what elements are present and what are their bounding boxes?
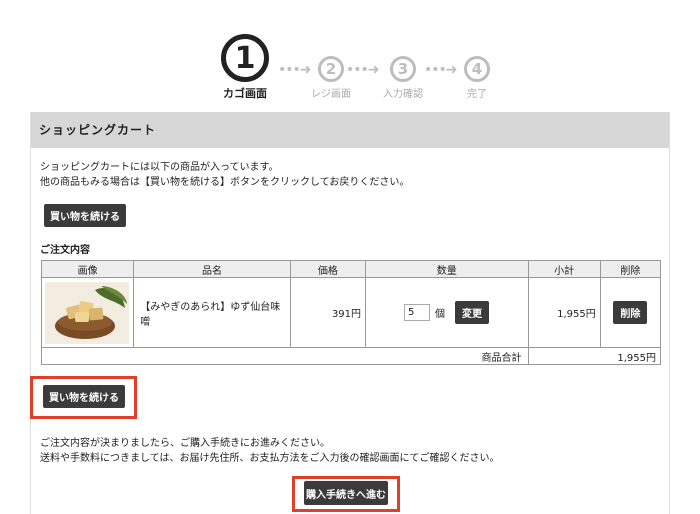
quantity-input[interactable]: 5 bbox=[404, 304, 431, 321]
product-price: 391円 bbox=[289, 277, 367, 348]
column-header: 画像 bbox=[40, 260, 135, 278]
step-complete: 4 完了 bbox=[450, 56, 504, 100]
product-subtotal: 1,955円 bbox=[527, 277, 601, 348]
step-number: 3 bbox=[390, 56, 416, 82]
column-header: 品名 bbox=[133, 260, 291, 278]
total-value: 1,955円 bbox=[527, 347, 662, 365]
cart-table: 画像 品名 価格 数量 小計 削除 【みやぎのあられ】ゆず仙台味噌 391円 5… bbox=[40, 260, 662, 365]
delete-item-button[interactable]: 削除 bbox=[613, 301, 648, 324]
step-number: 1 bbox=[221, 34, 269, 82]
notice-line: 送料や手数料につきましては、お届け先住所、お支払方法をご入力後の確認画面にてご確… bbox=[40, 453, 500, 464]
step-confirm: 3 入力確認 bbox=[376, 56, 430, 100]
table-row: 【みやぎのあられ】ゆず仙台味噌 391円 5 個 変更 1,955円 削除 bbox=[40, 277, 662, 348]
intro-line: 他の商品もみる場合は【買い物を続ける】ボタンをクリックしてお戻りください。 bbox=[40, 177, 410, 188]
column-header: 削除 bbox=[599, 260, 662, 278]
step-number: 2 bbox=[318, 56, 344, 82]
total-row: 商品合計 1,955円 bbox=[41, 347, 662, 365]
step-label: カゴ画面 bbox=[223, 87, 267, 100]
step-number: 4 bbox=[464, 56, 490, 82]
table-header-row: 画像 品名 価格 数量 小計 削除 bbox=[40, 260, 662, 278]
step-label: 入力確認 bbox=[383, 89, 423, 100]
continue-shopping-button[interactable]: 買い物を続ける bbox=[44, 204, 126, 227]
cart-panel: ショッピングカート ショッピングカートには以下の商品が入っています。 他の商品も… bbox=[30, 112, 670, 514]
cart-intro: ショッピングカートには以下の商品が入っています。 他の商品もみる場合は【買い物を… bbox=[40, 160, 409, 190]
column-header: 数量 bbox=[365, 260, 529, 278]
notice-line: ご注文内容が決まりましたら、ご購入手続きにお進みください。 bbox=[40, 438, 330, 449]
checkout-notice: ご注文内容が決まりましたら、ご購入手続きにお進みください。 送料や手数料につきま… bbox=[40, 436, 500, 466]
product-image bbox=[45, 281, 129, 344]
step-label: 完了 bbox=[467, 89, 487, 100]
arrow-icon: •••➜ bbox=[346, 62, 380, 78]
total-label: 商品合計 bbox=[41, 347, 529, 365]
product-name: 【みやぎのあられ】ゆず仙台味噌 bbox=[133, 277, 291, 348]
quantity-group: 5 個 変更 bbox=[366, 301, 528, 324]
change-quantity-button[interactable]: 変更 bbox=[455, 301, 490, 324]
column-header: 価格 bbox=[289, 260, 367, 278]
column-header: 小計 bbox=[527, 260, 601, 278]
checkout-button[interactable]: 購入手続きへ進む bbox=[304, 481, 388, 505]
intro-line: ショッピングカートには以下の商品が入っています。 bbox=[40, 162, 279, 173]
order-title: ご注文内容 bbox=[40, 245, 90, 256]
product-photo-icon bbox=[45, 281, 129, 344]
checkout-progress: 1 カゴ画面 •••➜ 2 レジ画面 •••➜ 3 入力確認 •••➜ 4 完了 bbox=[0, 0, 700, 112]
step-cart: 1 カゴ画面 bbox=[216, 34, 274, 101]
quantity-unit: 個 bbox=[435, 309, 446, 320]
continue-shopping-button[interactable]: 買い物を続ける bbox=[43, 385, 125, 408]
step-label: レジ画面 bbox=[311, 89, 351, 100]
panel-title: ショッピングカート bbox=[31, 112, 669, 148]
